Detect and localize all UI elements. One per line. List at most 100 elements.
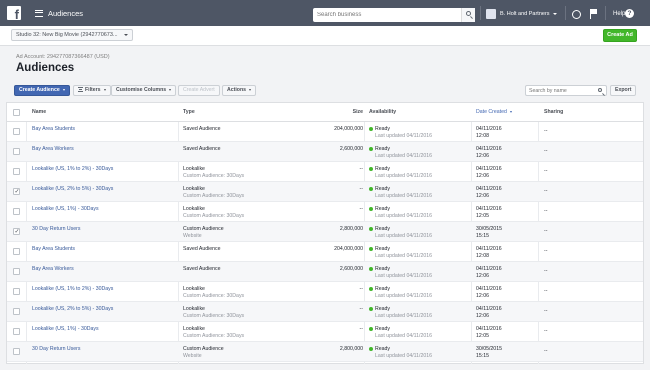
row-checkbox[interactable] bbox=[13, 308, 20, 315]
audience-name-link[interactable]: Lookalike (US, 1% to 2%) - 30Days bbox=[32, 166, 113, 173]
row-checkbox[interactable] bbox=[13, 328, 20, 335]
account-switcher[interactable]: B. Holt and Partners bbox=[486, 9, 557, 19]
table-row[interactable]: Lookalike (US, 1%) - 30Days Lookalike Cust… bbox=[7, 202, 643, 222]
audience-name-link[interactable]: Bay Area Workers bbox=[32, 146, 74, 153]
last-updated: Last updated 04/11/2016 bbox=[375, 252, 433, 259]
sharing-value: -- bbox=[544, 168, 548, 174]
ad-account-select[interactable]: Studio 32: New Big Movie (2942770673... bbox=[11, 29, 133, 41]
sharing-value: -- bbox=[544, 208, 548, 214]
chevron-down-icon bbox=[124, 34, 128, 36]
sharing-value: -- bbox=[544, 328, 548, 334]
create-ad-button[interactable]: Create Ad bbox=[603, 29, 637, 42]
audience-name-link[interactable]: 30 Day Return Users bbox=[32, 226, 80, 233]
type-label: Custom Audience bbox=[183, 346, 224, 352]
type-source: Custom Audience: 30Days bbox=[183, 292, 245, 299]
help-link[interactable]: Help bbox=[613, 11, 625, 17]
audience-name-link[interactable]: Lookalike (US, 1% to 2%) - 30Days bbox=[32, 286, 113, 293]
sharing-value: -- bbox=[544, 288, 548, 294]
audience-name-link[interactable]: 30 Day Return Users bbox=[32, 346, 80, 353]
date-value: 04/11/2016 bbox=[476, 306, 502, 312]
row-checkbox[interactable] bbox=[13, 128, 20, 135]
row-checkbox[interactable] bbox=[13, 348, 20, 355]
sharing-value: -- bbox=[544, 308, 548, 314]
divider bbox=[480, 6, 481, 20]
row-checkbox[interactable] bbox=[13, 248, 20, 255]
last-updated: Last updated 04/11/2016 bbox=[375, 332, 433, 339]
row-checkbox[interactable] bbox=[13, 188, 20, 195]
column-header-name[interactable]: Name bbox=[32, 103, 46, 122]
sub-bar: Studio 32: New Big Movie (2942770673... … bbox=[0, 26, 650, 46]
customise-columns-button[interactable]: Customise Columns bbox=[111, 85, 177, 96]
app-title: Audiences bbox=[48, 8, 84, 18]
audience-name-link[interactable]: Lookalike (US, 2% to 5%) - 30Days bbox=[32, 306, 113, 313]
table-row[interactable]: Lookalike (US, 1%) - 30Days Lookalike Cust… bbox=[7, 322, 643, 342]
table-row[interactable]: 30 Day Return Users Custom AudienceWebsit… bbox=[7, 342, 643, 362]
sharing-value: -- bbox=[544, 248, 548, 254]
customise-columns-label: Customise Columns bbox=[116, 87, 167, 93]
facebook-logo-icon[interactable] bbox=[7, 6, 21, 22]
business-search-button[interactable] bbox=[461, 8, 475, 22]
export-button[interactable]: Export bbox=[610, 85, 637, 96]
globe-icon[interactable] bbox=[572, 10, 581, 19]
type-label: Lookalike bbox=[183, 206, 205, 212]
chevron-down-icon bbox=[103, 88, 106, 91]
type-source: Custom Audience: 30Days bbox=[183, 212, 245, 219]
menu-icon[interactable] bbox=[35, 9, 43, 17]
table-row[interactable]: Lookalike (US, 1% to 2%) - 30Days Lookali… bbox=[7, 162, 643, 182]
date-value: 04/11/2016 bbox=[476, 186, 502, 192]
filters-button[interactable]: Filters bbox=[73, 85, 111, 96]
business-search-input[interactable] bbox=[313, 12, 458, 18]
availability: Ready Last updated 04/11/2016 bbox=[369, 306, 432, 319]
status-text: Ready bbox=[375, 226, 390, 232]
table-row[interactable]: Bay Area Workers Saved Audience 2,600,000 R… bbox=[7, 142, 643, 162]
audience-name-link[interactable]: Bay Area Workers bbox=[32, 266, 74, 273]
name-search-input[interactable] bbox=[526, 86, 596, 95]
last-updated: Last updated 04/11/2016 bbox=[375, 232, 433, 239]
column-header-sharing[interactable]: Sharing bbox=[544, 103, 563, 122]
table-row[interactable]: Lookalike (US, 2% to 5%) - 30Days Lookali… bbox=[7, 182, 643, 202]
actions-button[interactable]: Actions bbox=[222, 85, 257, 96]
row-checkbox[interactable] bbox=[13, 268, 20, 275]
audience-name-link[interactable]: Lookalike (US, 2% to 5%) - 30Days bbox=[32, 186, 113, 193]
date-value: 04/11/2016 bbox=[476, 326, 502, 332]
time-value: 12:08 bbox=[476, 132, 489, 139]
help-icon[interactable]: ? bbox=[625, 9, 634, 18]
row-checkbox[interactable] bbox=[13, 168, 20, 175]
availability: Ready Last updated 04/11/2016 bbox=[369, 146, 432, 159]
audience-name-link[interactable]: Bay Area Students bbox=[32, 246, 75, 253]
audience-name-link[interactable]: Lookalike (US, 1%) - 30Days bbox=[32, 206, 99, 213]
row-checkbox[interactable] bbox=[13, 228, 20, 235]
audience-size: 204,000,000 bbox=[334, 246, 363, 252]
column-header-size[interactable]: Size bbox=[353, 103, 363, 122]
select-all-checkbox[interactable] bbox=[13, 109, 20, 116]
type-label: Custom Audience bbox=[183, 226, 224, 232]
name-search[interactable] bbox=[525, 85, 607, 96]
row-checkbox[interactable] bbox=[13, 288, 20, 295]
table-row[interactable]: Bay Area Students Saved Audience 204,000,0… bbox=[7, 242, 643, 262]
column-header-type[interactable]: Type bbox=[183, 103, 195, 122]
date-value: 04/11/2016 bbox=[476, 206, 502, 212]
flag-icon[interactable] bbox=[590, 9, 598, 19]
create-audience-button[interactable]: Create Audience bbox=[14, 85, 70, 96]
table-row[interactable]: 30 Day Return Users Custom AudienceWebsit… bbox=[7, 222, 643, 242]
availability: Ready Last updated 04/11/2016 bbox=[369, 286, 432, 299]
filters-label: Filters bbox=[85, 87, 101, 93]
column-header-date-created[interactable]: Date Created bbox=[476, 103, 512, 122]
row-checkbox[interactable] bbox=[13, 148, 20, 155]
type-source: Custom Audience: 30Days bbox=[183, 192, 245, 199]
audience-name-link[interactable]: Bay Area Students bbox=[32, 126, 75, 133]
last-updated: Last updated 04/11/2016 bbox=[375, 292, 433, 299]
business-search[interactable] bbox=[313, 8, 475, 22]
availability: Ready Last updated 04/11/2016 bbox=[369, 226, 432, 239]
table-row[interactable]: Bay Area Students Saved Audience 204,000,0… bbox=[7, 122, 643, 142]
row-checkbox[interactable] bbox=[13, 208, 20, 215]
create-advert-button[interactable]: Create Advert bbox=[178, 85, 220, 96]
chevron-down-icon bbox=[552, 13, 557, 15]
date-created: 04/11/2016 12:06 bbox=[476, 306, 502, 319]
column-header-availability[interactable]: Availability bbox=[369, 103, 396, 122]
availability: Ready Last updated 04/11/2016 bbox=[369, 326, 432, 339]
table-row[interactable]: Lookalike (US, 1% to 2%) - 30Days Lookali… bbox=[7, 282, 643, 302]
table-row[interactable]: Lookalike (US, 2% to 5%) - 30Days Lookali… bbox=[7, 302, 643, 322]
audience-name-link[interactable]: Lookalike (US, 1%) - 30Days bbox=[32, 326, 99, 333]
table-row[interactable]: Bay Area Workers Saved Audience 2,600,000 R… bbox=[7, 262, 643, 282]
